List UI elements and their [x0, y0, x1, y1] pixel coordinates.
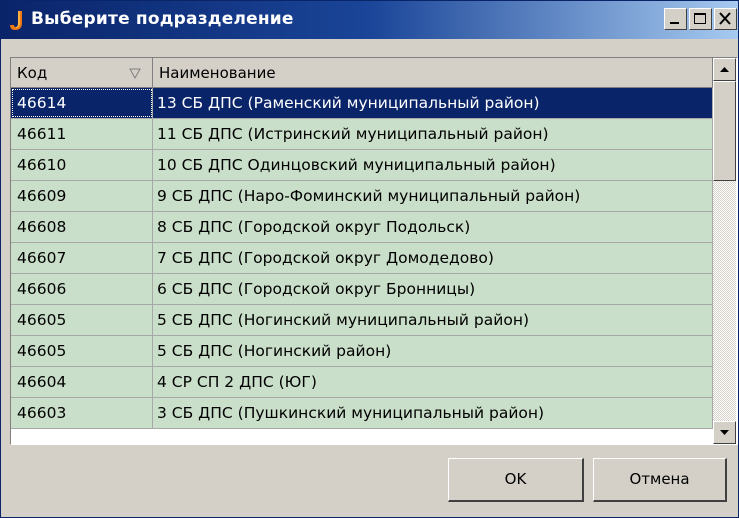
column-header-code-label: Код	[17, 64, 48, 82]
table-row[interactable]: 46603 3 СБ ДПС (Пушкинский муниципальный…	[11, 398, 713, 429]
table-row[interactable]: 46609 9 СБ ДПС (Наро-Фоминский муниципал…	[11, 181, 713, 212]
scroll-down-button[interactable]	[713, 421, 736, 444]
column-header-name[interactable]: Наименование	[153, 58, 713, 88]
cell-name: 3 СБ ДПС (Пушкинский муниципальный район…	[153, 398, 713, 428]
table-row[interactable]: 46610 10 СБ ДПС Одинцовский муниципальны…	[11, 150, 713, 181]
sort-descending-icon	[129, 68, 141, 79]
scroll-up-button[interactable]	[713, 58, 736, 81]
app-icon	[10, 11, 22, 30]
vertical-scrollbar[interactable]	[713, 58, 736, 444]
close-icon	[719, 12, 731, 25]
cell-code: 46610	[11, 150, 153, 180]
table-row[interactable]: 46614 13 СБ ДПС (Раменский муниципальный…	[11, 88, 713, 119]
maximize-button[interactable]	[689, 8, 712, 30]
cell-code: 46605	[11, 336, 153, 366]
cell-code: 46604	[11, 367, 153, 397]
select-department-dialog: Выберите подразделение Код Наименование	[0, 0, 739, 518]
department-grid[interactable]: Код Наименование 46614 13 СБ ДПС (Раменс…	[10, 57, 738, 445]
cell-code: 46607	[11, 243, 153, 273]
cell-code: 46611	[11, 119, 153, 149]
cell-code: 46614	[11, 88, 153, 118]
cell-name: 11 СБ ДПС (Истринский муниципальный райо…	[153, 119, 713, 149]
cell-code: 46609	[11, 181, 153, 211]
cell-name: 8 СБ ДПС (Городской округ Подольск)	[153, 212, 713, 242]
cell-name: 5 СБ ДПС (Ногинский район)	[153, 336, 713, 366]
close-button[interactable]	[714, 8, 737, 30]
table-row[interactable]: 46604 4 СР СП 2 ДПС (ЮГ)	[11, 367, 713, 398]
cell-name: 5 СБ ДПС (Ногинский муниципальный район)	[153, 305, 713, 335]
cell-code: 46608	[11, 212, 153, 242]
cell-name: 4 СР СП 2 ДПС (ЮГ)	[153, 367, 713, 397]
minimize-icon	[670, 22, 679, 24]
cell-code: 46606	[11, 274, 153, 304]
table-row[interactable]: 46605 5 СБ ДПС (Ногинский муниципальный …	[11, 305, 713, 336]
title-bar[interactable]: Выберите подразделение	[1, 1, 738, 39]
grid-header: Код Наименование	[11, 58, 713, 88]
table-row[interactable]: 46607 7 СБ ДПС (Городской округ Домодедо…	[11, 243, 713, 274]
column-header-code[interactable]: Код	[11, 58, 153, 88]
maximize-icon	[694, 13, 706, 24]
cell-name: 6 СБ ДПС (Городской округ Бронницы)	[153, 274, 713, 304]
cancel-button[interactable]: Отмена	[593, 458, 727, 502]
table-row[interactable]: 46611 11 СБ ДПС (Истринский муниципальны…	[11, 119, 713, 150]
ok-button[interactable]: OK	[448, 458, 584, 502]
cell-name: 7 СБ ДПС (Городской округ Домодедово)	[153, 243, 713, 273]
table-row[interactable]: 46606 6 СБ ДПС (Городской округ Бронницы…	[11, 274, 713, 305]
cell-name: 13 СБ ДПС (Раменский муниципальный район…	[153, 88, 713, 118]
window-title: Выберите подразделение	[31, 9, 294, 29]
cell-name: 9 СБ ДПС (Наро-Фоминский муниципальный р…	[153, 181, 713, 211]
arrow-down-icon	[720, 430, 729, 435]
cell-name: 10 СБ ДПС Одинцовский муниципальный райо…	[153, 150, 713, 180]
minimize-button[interactable]	[664, 8, 687, 30]
table-row[interactable]: 46608 8 СБ ДПС (Городской округ Подольск…	[11, 212, 713, 243]
arrow-up-icon	[720, 67, 729, 72]
cell-code: 46603	[11, 398, 153, 428]
scrollbar-thumb[interactable]	[713, 81, 736, 181]
grid-rows: 46614 13 СБ ДПС (Раменский муниципальный…	[11, 88, 713, 429]
table-row[interactable]: 46605 5 СБ ДПС (Ногинский район)	[11, 336, 713, 367]
cell-code: 46605	[11, 305, 153, 335]
column-header-name-label: Наименование	[159, 64, 276, 82]
